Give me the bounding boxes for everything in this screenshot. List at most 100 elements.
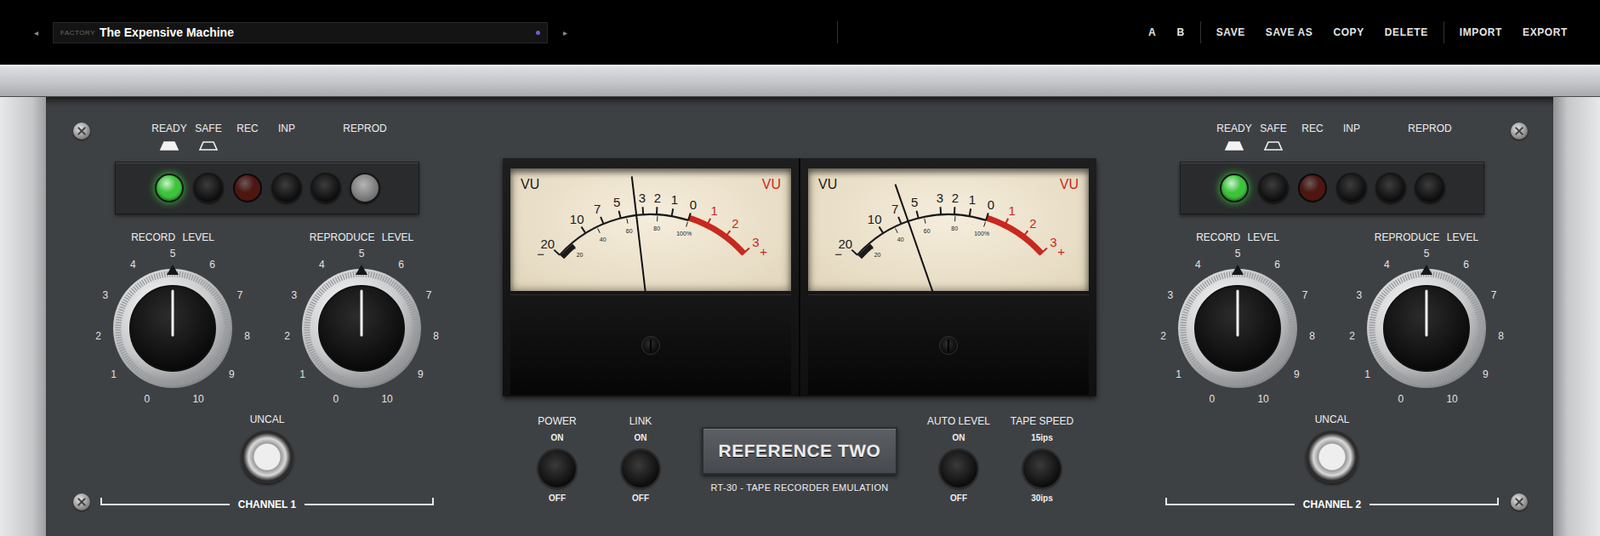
switch-button[interactable] [1023,449,1061,488]
tape-mode-icon [159,141,180,152]
transport-controls: READY SAFE REC INP REPROD [114,122,420,215]
preset-name: The Expensive Machine [99,25,532,40]
toolbar-button[interactable]: IMPORT [1449,22,1513,42]
svg-text:+: + [1057,244,1065,259]
zero-adjust-screw-icon[interactable] [939,335,958,355]
svg-text:0: 0 [1209,392,1216,405]
meter-base [510,294,792,395]
transport-button[interactable] [1258,172,1289,204]
transport-button[interactable] [1414,172,1446,204]
svg-text:20: 20 [874,251,882,258]
svg-text:2: 2 [1029,216,1037,231]
svg-text:7: 7 [426,289,433,302]
level-knob[interactable]: 012345678910 [276,243,447,410]
svg-text:3: 3 [102,289,109,302]
global-controls: POWER ON OFFLINK ON OFF REFERENCE TWO RT… [523,415,1077,505]
transport-button[interactable] [1375,172,1407,204]
switch-button[interactable] [939,449,978,488]
svg-text:8: 8 [1309,330,1316,342]
svg-text:4: 4 [1195,258,1202,271]
switch-top-label: ON [952,432,966,445]
zero-adjust-screw-icon[interactable] [641,335,661,355]
transport-label: INP [1343,122,1361,135]
transport-label-cell: REPROD [1410,122,1450,152]
marker-space [354,141,376,152]
svg-text:1: 1 [1364,368,1371,381]
svg-text:20: 20 [576,251,584,258]
marker-space [1341,141,1362,152]
level-knob[interactable]: 012345678910 [1152,243,1323,410]
svg-text:2: 2 [95,330,102,342]
left-rack-post [0,96,46,536]
svg-text:6: 6 [1274,258,1281,271]
toolbar-button[interactable]: EXPORT [1512,22,1578,42]
status-lamp[interactable] [154,173,184,203]
channel-bracket: CHANNEL 1 [100,491,434,511]
channel-name: CHANNEL 1 [229,491,305,511]
meter-face: VUVU201075321012320406080100%−+ [510,168,792,291]
next-preset-button[interactable]: ▸ [558,28,572,38]
channel-section: READY SAFE REC INP REPROD RECORD LEVEL 0… [79,96,455,536]
meter-needle [895,184,949,291]
svg-text:2: 2 [731,216,739,231]
svg-text:3: 3 [1167,289,1174,302]
switch-bottom-label: OFF [632,492,650,505]
toolbar-button[interactable]: SAVE AS [1255,22,1324,42]
preset-bar: ◂ FACTORY The Expensive Machine ▸ AB SAV… [0,0,1600,65]
status-lamp[interactable] [1219,173,1249,203]
switch-button[interactable] [538,449,576,488]
uncal-button[interactable] [1305,430,1359,484]
preset-field[interactable]: FACTORY The Expensive Machine [52,22,548,44]
svg-text:+: + [759,244,768,259]
svg-text:7: 7 [1302,289,1309,302]
svg-text:3: 3 [936,190,944,205]
transport-button[interactable] [349,172,381,204]
uncal-button[interactable] [240,430,294,484]
toolbar-button[interactable]: COPY [1322,22,1374,42]
level-control: REPRODUCE LEVEL 012345678910 [1341,231,1512,410]
switch-control: POWER ON OFF [523,415,592,505]
svg-text:60: 60 [626,227,633,234]
transport-strip [1179,161,1485,215]
toolbar-button[interactable]: B [1166,22,1195,42]
knob-row: RECORD LEVEL 012345678910REPRODUCE LEVEL… [87,231,447,410]
svg-text:0: 0 [987,197,995,212]
svg-text:0: 0 [144,392,151,405]
svg-text:100%: 100% [973,230,990,237]
transport-label: SAFE [1259,122,1287,135]
svg-text:3: 3 [1356,289,1363,302]
svg-text:80: 80 [653,225,661,232]
transport-label: INP [278,122,296,135]
svg-text:8: 8 [1497,330,1504,342]
meter-needle [632,176,651,291]
transport-cell [306,172,346,204]
rack: READY SAFE REC INP REPROD RECORD LEVEL 0… [0,96,1600,536]
svg-text:8: 8 [244,330,251,342]
status-lamp[interactable] [233,173,262,203]
svg-text:10: 10 [569,211,585,227]
uncal-label: UNCAL [250,413,285,426]
transport-button[interactable] [193,172,224,204]
channel-section: READY SAFE REC INP REPROD RECORD LEVEL 0… [1144,96,1520,536]
brand-plate: REFERENCE TWO [701,427,898,475]
knob-label: REPRODUCE LEVEL [309,231,414,244]
svg-text:40: 40 [599,236,607,243]
transport-button[interactable] [310,172,342,204]
status-lamp[interactable] [1298,173,1327,203]
svg-text:1: 1 [299,368,306,381]
toolbar-button[interactable]: SAVE [1206,22,1256,42]
svg-text:1: 1 [1175,368,1182,381]
front-panel: READY SAFE REC INP REPROD RECORD LEVEL 0… [45,96,1554,536]
toolbar-button[interactable]: A [1138,22,1167,42]
separator [837,21,838,44]
toolbar-button[interactable]: DELETE [1374,22,1439,42]
transport-cell [188,172,228,204]
transport-button[interactable] [271,172,302,204]
previous-preset-button[interactable]: ◂ [28,28,43,38]
level-knob[interactable]: 012345678910 [1341,243,1512,410]
bracket-line [1165,497,1295,506]
level-knob[interactable]: 012345678910 [87,243,258,410]
transport-label-cell: READY [1214,122,1254,152]
switch-button[interactable] [621,449,660,488]
transport-button[interactable] [1336,172,1367,204]
